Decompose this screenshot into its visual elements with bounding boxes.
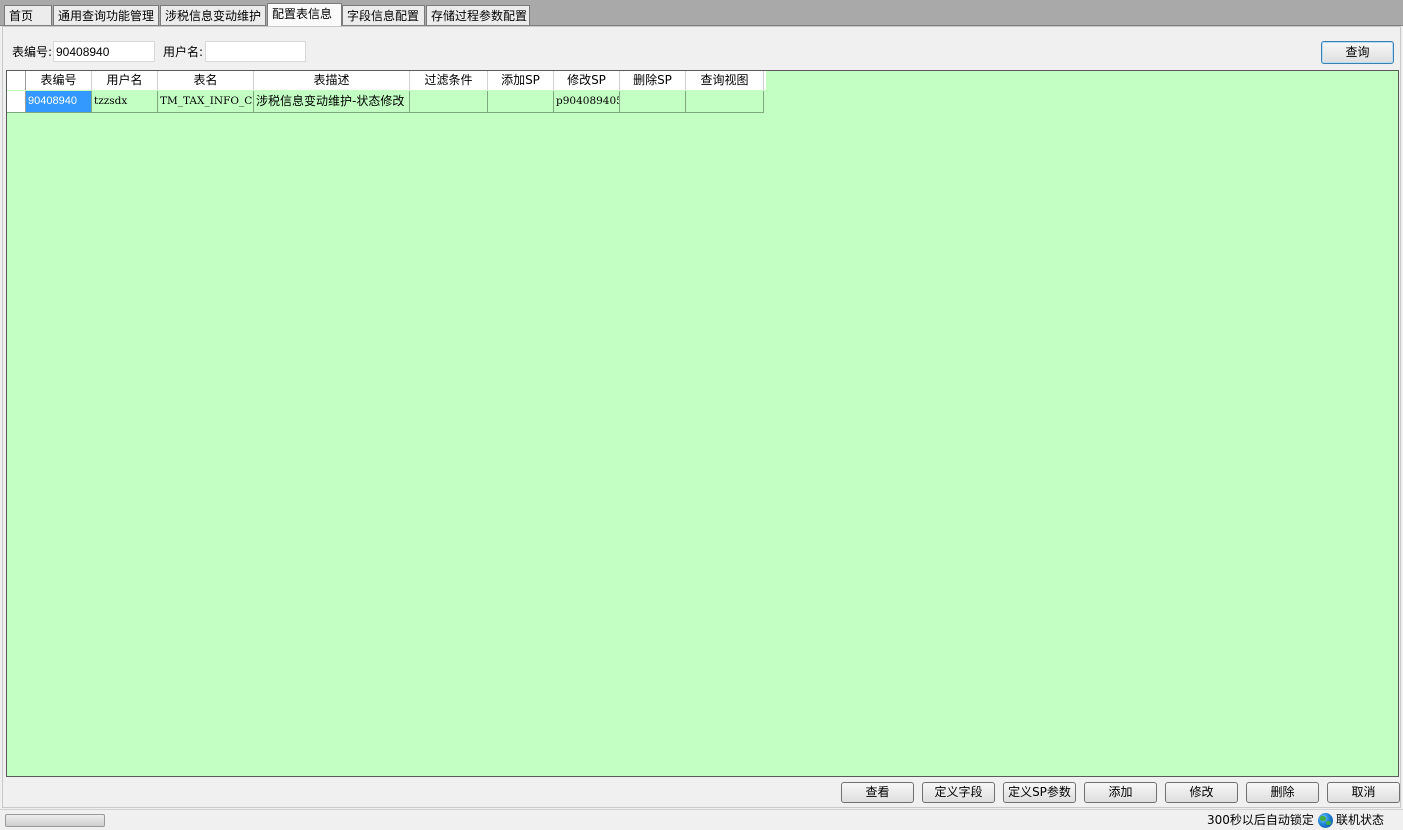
column-header-table-name[interactable]: 表名 xyxy=(158,71,254,90)
grid-header: 表编号 用户名 表名 表描述 过滤条件 添加SP 修改SP 删除SP 查询视图 xyxy=(26,71,766,90)
define-sp-params-button[interactable]: 定义SP参数 xyxy=(1003,782,1076,803)
tab-tax-info-change[interactable]: 涉税信息变动维护 xyxy=(160,5,266,25)
row-header[interactable] xyxy=(7,91,26,113)
cancel-button[interactable]: 取消 xyxy=(1327,782,1400,803)
add-button[interactable]: 添加 xyxy=(1084,782,1157,803)
cell-filter[interactable] xyxy=(410,91,488,113)
table-no-label: 表编号: xyxy=(12,45,53,59)
tab-home[interactable]: 首页 xyxy=(4,5,52,25)
cell-query-view[interactable] xyxy=(686,91,764,113)
column-header-description[interactable]: 表描述 xyxy=(254,71,410,90)
user-input[interactable] xyxy=(205,41,306,62)
grid-corner xyxy=(7,71,26,90)
connection-status: 联机状态 xyxy=(1336,813,1385,827)
cell-description[interactable]: 涉税信息变动维护-状态修改 xyxy=(254,91,410,113)
column-header-query-view[interactable]: 查询视图 xyxy=(686,71,764,90)
delete-button[interactable]: 删除 xyxy=(1246,782,1319,803)
cell-table-name[interactable]: TM_TAX_INFO_CHG xyxy=(158,91,254,113)
column-header-user[interactable]: 用户名 xyxy=(92,71,158,90)
auto-lock-status: 300秒以后自动锁定 xyxy=(1207,813,1314,827)
cell-modify-sp[interactable]: p904089405 xyxy=(554,91,620,113)
column-header-modify-sp[interactable]: 修改SP xyxy=(554,71,620,90)
view-button[interactable]: 查看 xyxy=(841,782,914,803)
table-row[interactable]: 90408940 tzzsdx TM_TAX_INFO_CHG 涉税信息变动维护… xyxy=(26,91,766,113)
globe-icon xyxy=(1318,813,1333,828)
column-header-table-no[interactable]: 表编号 xyxy=(26,71,92,90)
tab-config-table-info[interactable]: 配置表信息 xyxy=(267,3,342,26)
tab-general-query-management[interactable]: 通用查询功能管理 xyxy=(53,5,159,25)
column-header-delete-sp[interactable]: 删除SP xyxy=(620,71,686,90)
tab-strip: 首页 通用查询功能管理 涉税信息变动维护 配置表信息 字段信息配置 存储过程参数… xyxy=(0,0,1403,26)
cell-table-no[interactable]: 90408940 xyxy=(26,91,92,113)
horizontal-scrollbar[interactable] xyxy=(5,814,105,827)
modify-button[interactable]: 修改 xyxy=(1165,782,1238,803)
config-table-grid[interactable]: 表编号 用户名 表名 表描述 过滤条件 添加SP 修改SP 删除SP 查询视图 … xyxy=(6,70,1399,777)
status-bar: 300秒以后自动锁定 联机状态 xyxy=(0,809,1403,830)
cell-add-sp[interactable] xyxy=(488,91,554,113)
column-header-filter[interactable]: 过滤条件 xyxy=(410,71,488,90)
cell-user[interactable]: tzzsdx xyxy=(92,91,158,113)
tab-field-info-config[interactable]: 字段信息配置 xyxy=(342,5,425,25)
query-bar: 表编号: 用户名: 查询 xyxy=(3,35,1400,65)
column-header-add-sp[interactable]: 添加SP xyxy=(488,71,554,90)
config-table-panel: 表编号: 用户名: 查询 表编号 用户名 表名 表描述 过滤条件 添加SP 修改… xyxy=(2,26,1401,808)
user-label: 用户名: xyxy=(163,45,204,59)
cell-delete-sp[interactable] xyxy=(620,91,686,113)
search-button[interactable]: 查询 xyxy=(1321,41,1394,64)
tab-stored-proc-params[interactable]: 存储过程参数配置 xyxy=(426,5,530,25)
define-fields-button[interactable]: 定义字段 xyxy=(922,782,995,803)
table-no-input[interactable] xyxy=(53,41,155,62)
